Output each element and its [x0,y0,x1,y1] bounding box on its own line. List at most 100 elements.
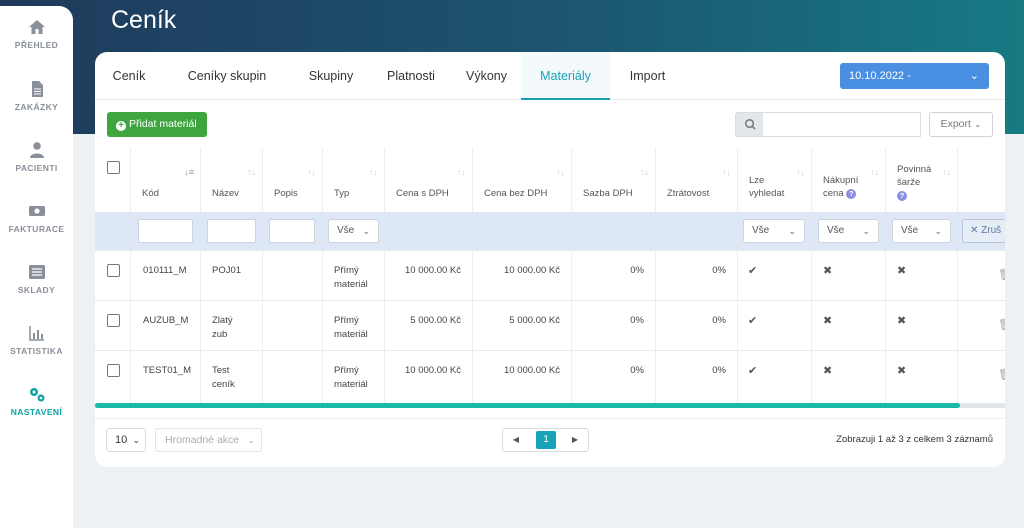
chevron-down-icon: ⌄ [362,226,370,236]
cell-cena-s-dph: 10 000.00 Kč [405,365,461,376]
search-icon [744,118,756,130]
sidebar-item-pacienti[interactable]: PACIENTI [0,141,73,173]
tab-cenik[interactable]: Ceník [95,52,163,100]
cell-ztratovost: 0% [712,315,726,326]
trash-icon[interactable]: 🗑 [998,268,1005,281]
trash-icon[interactable]: 🗑 [998,368,1005,381]
chart-icon [28,326,44,341]
cell-nazev: Test ceník [212,364,235,392]
column-header-povinna-sarze[interactable]: ↑↓ Povinná šarže? [886,148,957,212]
chevron-down-icon: ⌄ [934,226,942,236]
column-header-lze-vyhledat[interactable]: ↑↓ Lze vyhledat [738,148,811,212]
sidebar-item-statistika[interactable]: STATISTIKA [0,324,73,356]
tab-vykony[interactable]: Výkony [451,52,522,100]
column-header-sazba-dph[interactable]: ↑↓ Sazba DPH [572,148,655,212]
column-header-cena-bez-dph[interactable]: ↑↓ Cena bez DPH [473,148,571,212]
table-row[interactable]: 010111_M POJ01 Přímý materiál 10 000.00 K… [95,250,1005,300]
chevron-down-icon: ⌄ [132,435,140,445]
help-icon[interactable]: ? [897,191,907,201]
chevron-down-icon: ⌄ [969,70,979,82]
column-header-cena-s-dph[interactable]: ↑↓ Cena s DPH [385,148,472,212]
add-material-button[interactable]: + Přidat materiál [107,112,207,137]
reset-filters-label: Zruš [981,225,1002,236]
per-page-value: 10 [115,434,128,446]
cell-line: Přímý [334,265,359,276]
filter-nakupni-cena-select[interactable]: Vše ⌄ [818,219,879,243]
plus-circle-icon: + [116,121,126,131]
help-icon[interactable]: ? [846,189,857,199]
per-page-select[interactable]: 10 ⌄ [106,428,146,452]
filter-typ-select[interactable]: Vše ⌄ [328,219,379,243]
row-checkbox[interactable] [107,364,120,377]
tab-platnosti[interactable]: Platnosti [371,52,451,100]
filter-value: Vše [827,225,845,236]
cross-icon: ✖ [823,315,833,327]
page-button-current[interactable]: 1 [536,431,556,449]
cell-nazev: Zlatý zub [212,314,233,342]
home-icon [28,20,45,34]
sort-icon: ↑↓ [247,167,256,177]
column-header-kod[interactable]: ↓≡ Kód [131,148,200,212]
sidebar-item-sklady[interactable]: SKLADY [0,263,73,295]
header-label-line: Nákupní [823,175,859,186]
table-row[interactable]: TEST01_M Test ceník Přímý materiál 10 000.… [95,350,1005,400]
sidebar-item-prehled[interactable]: PŘEHLED [0,18,73,50]
select-all-checkbox[interactable] [107,161,120,174]
trash-icon[interactable]: 🗑 [998,318,1005,331]
prev-page-button[interactable]: ◀ [503,429,529,451]
cell-nazev: POJ01 [212,264,241,278]
filter-value: Vše [901,225,919,236]
cell-typ: Přímý materiál [334,314,368,342]
header-label: Lze vyhledat [749,174,784,200]
divider [95,418,1005,419]
search-input[interactable] [763,112,921,137]
column-header-nakupni-cena[interactable]: ↑↓ Nákupní cena ? [812,148,885,212]
document-icon [31,81,43,97]
sidebar-item-fakturace[interactable]: FAKTURACE [0,202,73,234]
cross-icon: ✖ [823,265,833,277]
column-header-typ[interactable]: ↑↓ Typ [323,148,384,212]
filter-lze-vyhledat-select[interactable]: Vše ⌄ [743,219,805,243]
header-label-line: vyhledat [749,188,785,199]
tab-import[interactable]: Import [610,52,685,100]
pagination: ◀ 1 ▶ [502,428,589,452]
next-page-button[interactable]: ▶ [562,429,588,451]
filter-nazev-input[interactable] [207,219,256,243]
bulk-actions-select[interactable]: Hromadné akce ⌄ [155,428,262,452]
header-label: Kód [142,188,159,199]
reset-filters-button[interactable]: ✕ Zruš [962,219,1005,243]
export-button[interactable]: Export ⌄ [929,112,993,137]
cell-line: materiál [334,329,368,340]
date-select[interactable]: 10.10.2022 - ⌄ [840,63,989,89]
add-material-label: Přidat materiál [129,118,197,130]
sort-icon: ↑↓ [870,167,879,177]
check-icon: ✔ [748,365,758,377]
user-icon [29,142,44,158]
sidebar-item-nastaveni[interactable]: NASTAVENÍ [0,385,73,417]
tab-ceniky-skupin[interactable]: Ceníky skupin [163,52,291,100]
filter-popis-input[interactable] [269,219,315,243]
tab-skupiny[interactable]: Skupiny [291,52,371,100]
cell-line: Přímý [334,315,359,326]
column-header-ztratovost[interactable]: ↑↓ Ztrátovost [656,148,737,212]
row-checkbox[interactable] [107,314,120,327]
cell-sazba-dph: 0% [630,365,644,376]
column-header-popis[interactable]: ↑↓ Popis [263,148,322,212]
cell-typ: Přímý materiál [334,364,368,392]
chevron-down-icon: ⌄ [862,226,870,236]
row-checkbox[interactable] [107,264,120,277]
table-row[interactable]: AUZUB_M Zlatý zub Přímý materiál 5 000.00 … [95,300,1005,350]
header-label-line: cena [823,188,844,199]
filter-povinna-sarze-select[interactable]: Vše ⌄ [892,219,951,243]
cell-cena-bez-dph: 10 000.00 Kč [504,365,560,376]
sidebar-item-zakazky[interactable]: ZAKÁZKY [0,80,73,112]
cell-cena-s-dph: 10 000.00 Kč [405,265,461,276]
tab-materialy[interactable]: Materiály [521,52,610,100]
search-button[interactable] [735,112,764,137]
column-header-nazev[interactable]: ↑↓ Název [201,148,262,212]
filter-kod-input[interactable] [138,219,193,243]
cell-line: POJ01 [212,265,242,276]
scrollbar-thumb[interactable] [95,403,960,408]
cell-ztratovost: 0% [712,265,726,276]
cross-icon: ✖ [897,365,907,377]
